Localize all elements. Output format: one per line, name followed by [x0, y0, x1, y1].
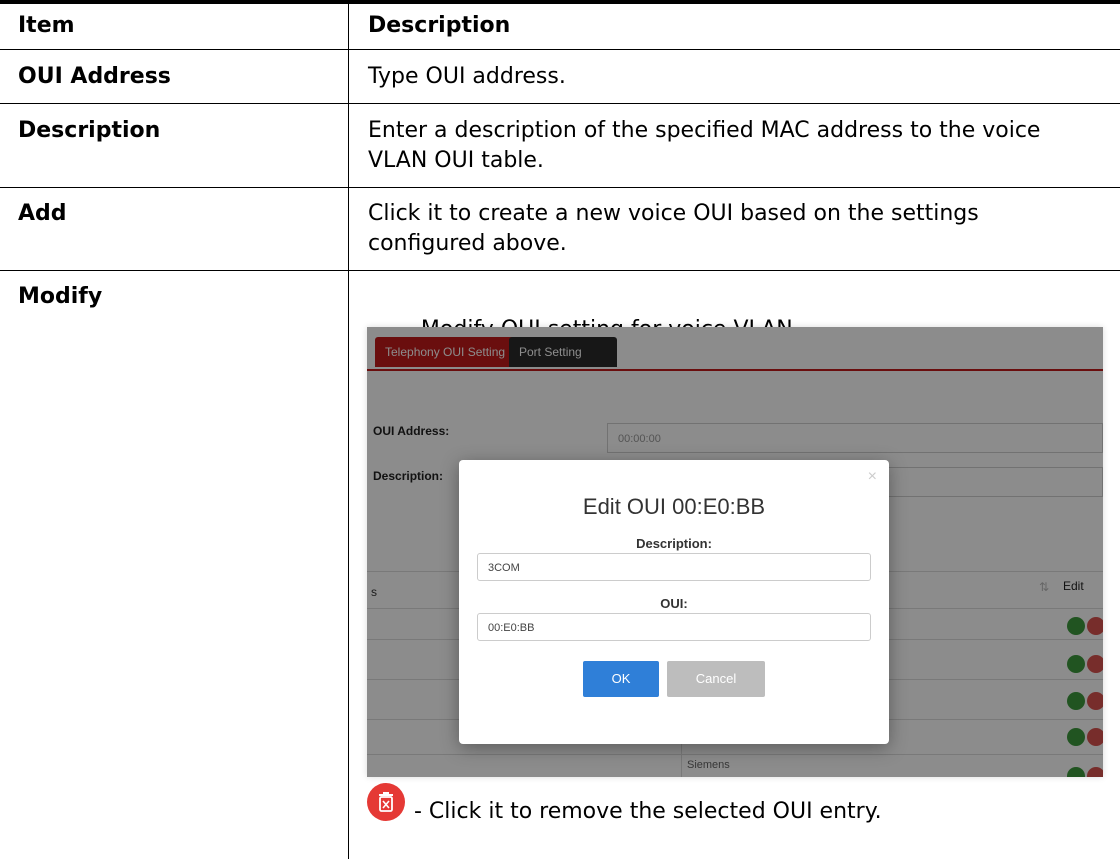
- row-item-description: Description: [18, 118, 161, 143]
- row-item-add: Add: [18, 201, 67, 226]
- row-desc-add-line2: configured above.: [368, 231, 567, 256]
- row-divider: [0, 270, 1120, 271]
- row-desc-add-line1: Click it to create a new voice OUI based…: [368, 201, 979, 226]
- row-desc-description-line1: Enter a description of the specified MAC…: [368, 118, 1041, 143]
- trash-icon: [367, 783, 405, 821]
- modal-oui-input[interactable]: 00:E0:BB: [477, 613, 871, 641]
- row-desc-oui-address: Type OUI address.: [368, 64, 566, 89]
- modal-description-label: Description:: [636, 536, 712, 551]
- row-divider: [0, 187, 1120, 188]
- modal-title: Edit OUI 00:E0:BB: [582, 494, 766, 519]
- modal-oui-label: OUI:: [660, 596, 688, 611]
- header-description: Description: [368, 13, 511, 38]
- table-top-border: [0, 0, 1120, 4]
- header-item: Item: [18, 13, 75, 38]
- column-divider: [348, 4, 349, 859]
- cancel-button[interactable]: Cancel: [667, 661, 765, 697]
- row-item-oui-address: OUI Address: [18, 64, 171, 89]
- ok-button[interactable]: OK: [583, 661, 659, 697]
- row-desc-description-line2: VLAN OUI table.: [368, 148, 544, 173]
- modal-description-input[interactable]: 3COM: [477, 553, 871, 581]
- row-divider: [0, 49, 1120, 50]
- close-icon[interactable]: ×: [868, 468, 877, 486]
- remove-desc: - Click it to remove the selected OUI en…: [414, 799, 882, 824]
- edit-oui-modal: × Edit OUI 00:E0:BB Description: 3COM OU…: [459, 460, 889, 744]
- embedded-screenshot: Telephony OUI Setting Port Setting OUI A…: [367, 327, 1103, 777]
- row-item-modify: Modify: [18, 284, 103, 309]
- row-divider: [0, 103, 1120, 104]
